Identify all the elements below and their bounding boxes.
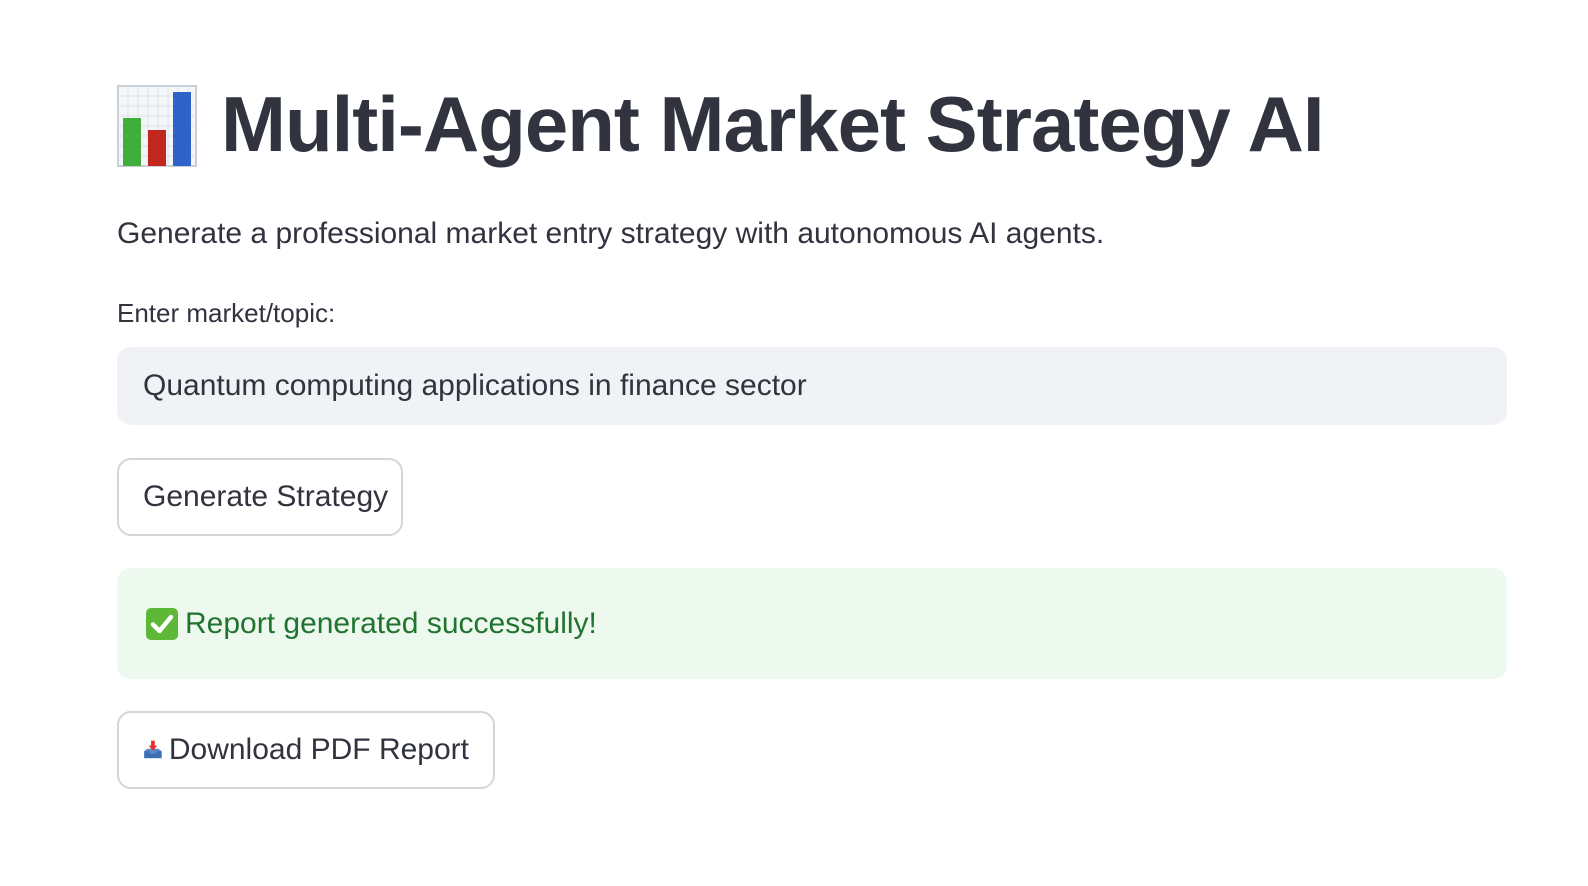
success-alert: Report generated successfully! bbox=[117, 568, 1507, 679]
inbox-tray-icon bbox=[144, 740, 162, 759]
generate-strategy-button[interactable]: Generate Strategy bbox=[117, 458, 403, 536]
page-subtitle: Generate a professional market entry str… bbox=[117, 217, 1105, 250]
success-message: Report generated successfully! bbox=[185, 606, 597, 640]
check-mark-icon bbox=[146, 607, 178, 640]
market-topic-input[interactable] bbox=[117, 347, 1507, 425]
download-pdf-label: Download PDF Report bbox=[168, 733, 469, 766]
page-title: Multi-Agent Market Strategy AI bbox=[221, 80, 1325, 168]
bar-chart-icon bbox=[117, 85, 197, 167]
generate-strategy-label: Generate Strategy bbox=[143, 480, 389, 513]
market-topic-label: Enter market/topic: bbox=[117, 298, 336, 328]
download-pdf-button[interactable]: Download PDF Report bbox=[117, 711, 495, 789]
page-header: Multi-Agent Market Strategy AI bbox=[117, 72, 1325, 176]
